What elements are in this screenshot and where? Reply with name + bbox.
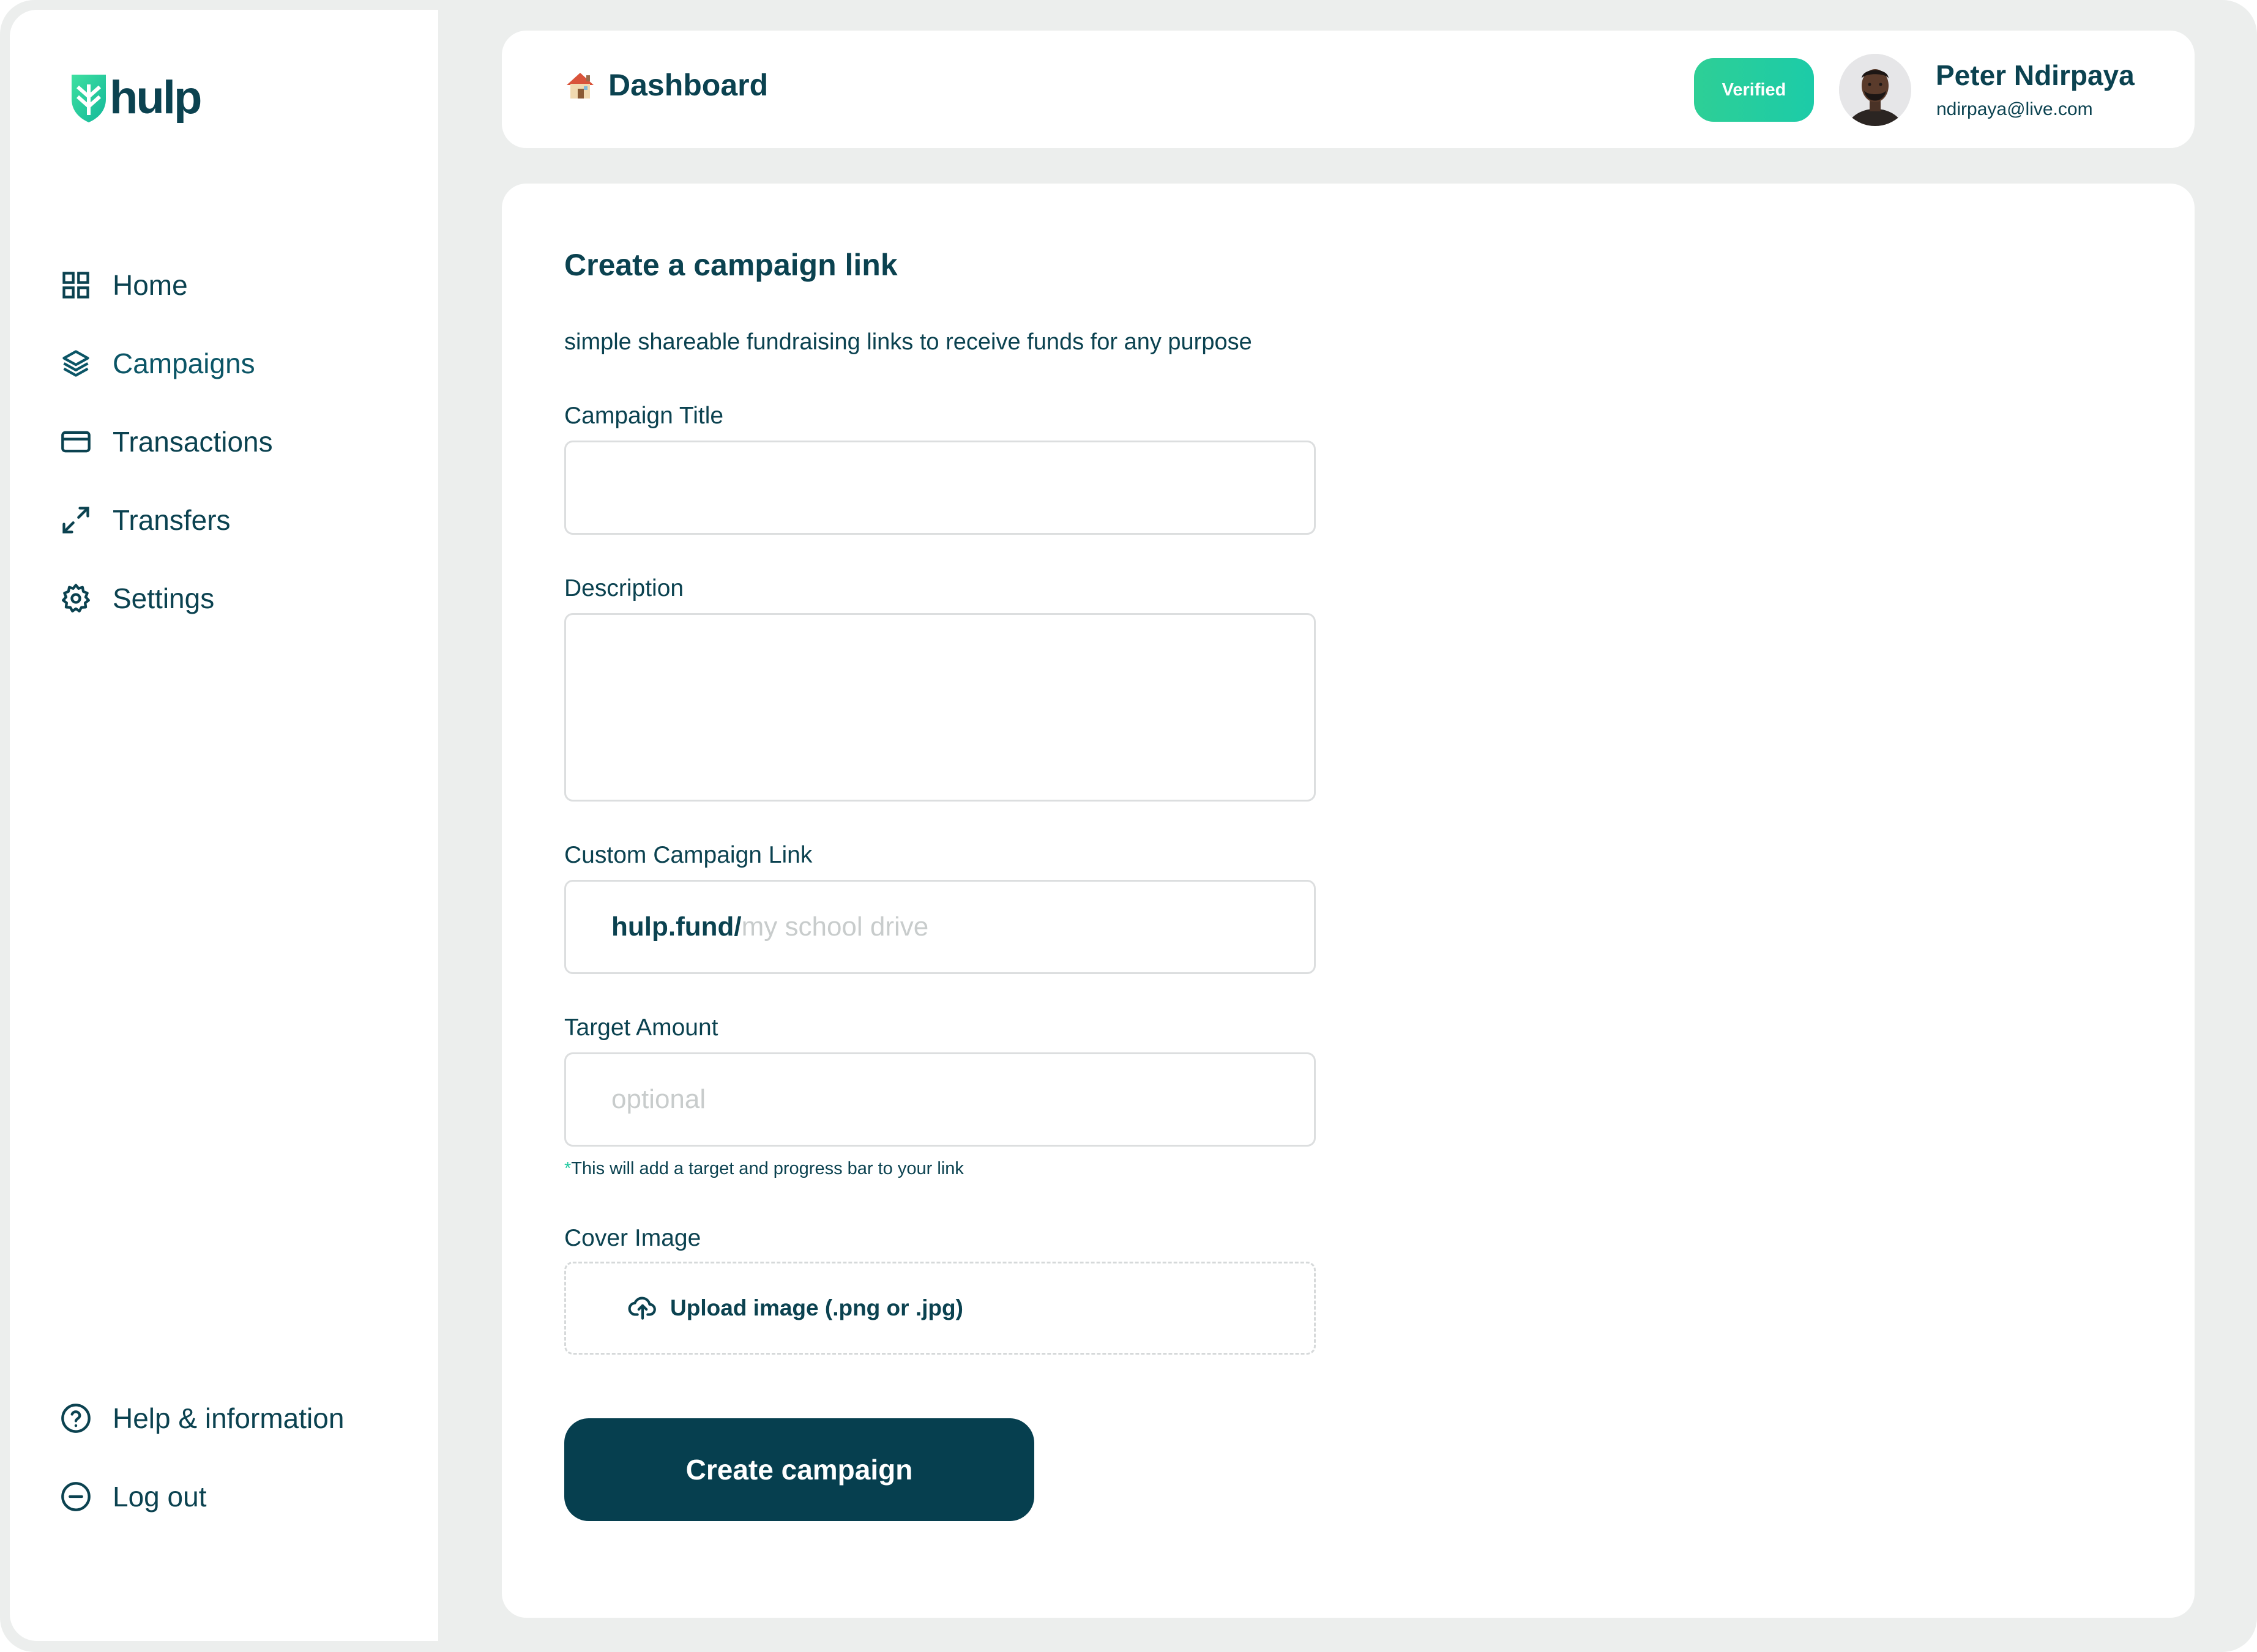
hulp-logo-icon — [72, 74, 106, 122]
upload-cloud-icon — [628, 1297, 656, 1320]
user-avatar-icon — [1839, 54, 1911, 126]
hint-asterisk: * — [564, 1159, 572, 1178]
sidebar-item-label: Home — [113, 269, 188, 301]
sidebar-item-label: Settings — [113, 582, 215, 614]
house-icon — [567, 73, 594, 99]
top-header: Dashboard Verified Peter Ndirpaya ndirpa… — [502, 31, 2195, 148]
cover-image-upload[interactable]: Upload image (.png or .jpg) — [564, 1262, 1316, 1355]
create-campaign-button[interactable]: Create campaign — [564, 1418, 1034, 1521]
logo[interactable]: hulp — [69, 71, 202, 124]
target-amount-label: Target Amount — [564, 1014, 718, 1041]
arrows-icon — [60, 502, 113, 538]
sidebar-item-label: Help & information — [113, 1402, 345, 1434]
campaign-form-panel: Create a campaign link simple shareable … — [502, 184, 2195, 1618]
sidebar-item-transfers[interactable]: Transfers — [60, 496, 231, 545]
form-title: Create a campaign link — [564, 248, 898, 282]
campaign-title-input[interactable] — [564, 441, 1316, 535]
form-subtitle: simple shareable fundraising links to re… — [564, 329, 1252, 355]
card-icon — [60, 423, 113, 460]
logout-icon — [60, 1478, 113, 1515]
sidebar-item-campaigns[interactable]: Campaigns — [60, 339, 255, 388]
target-amount-hint: *This will add a target and progress bar… — [564, 1159, 964, 1179]
layers-icon — [60, 345, 113, 382]
verified-badge: Verified — [1694, 58, 1814, 122]
user-email: ndirpaya@live.com — [1936, 99, 2093, 119]
sidebar-item-label: Campaigns — [113, 348, 255, 379]
user-name: Peter Ndirpaya — [1936, 59, 2135, 91]
avatar[interactable] — [1839, 54, 1911, 126]
page-title: Dashboard — [608, 68, 769, 102]
sidebar-item-help[interactable]: Help & information — [60, 1394, 344, 1443]
sidebar-item-transactions[interactable]: Transactions — [60, 417, 273, 466]
sidebar-item-label: Transactions — [113, 426, 273, 458]
grid-icon — [60, 267, 113, 303]
app-frame: hulp Home Campaigns Transactions Transfe… — [0, 0, 2257, 1652]
logo-text: hulp — [110, 72, 202, 124]
breadcrumb[interactable]: Dashboard — [563, 67, 768, 103]
sidebar-item-label: Transfers — [113, 504, 231, 536]
upload-label: Upload image (.png or .jpg) — [670, 1295, 963, 1320]
sidebar-item-settings[interactable]: Settings — [60, 574, 214, 623]
custom-link-input[interactable] — [741, 912, 1269, 942]
custom-link-field[interactable]: hulp.fund/ — [564, 880, 1316, 974]
target-amount-input[interactable] — [564, 1052, 1316, 1147]
sidebar-item-logout[interactable]: Log out — [60, 1472, 206, 1521]
campaign-title-label: Campaign Title — [564, 403, 724, 429]
help-icon — [60, 1400, 113, 1437]
sidebar-item-label: Log out — [113, 1481, 207, 1512]
hint-text: This will add a target and progress bar … — [571, 1159, 964, 1178]
description-input[interactable] — [564, 613, 1316, 802]
sidebar-item-home[interactable]: Home — [60, 261, 188, 310]
sidebar: hulp Home Campaigns Transactions Transfe… — [10, 10, 438, 1641]
custom-link-label: Custom Campaign Link — [564, 842, 813, 868]
description-label: Description — [564, 575, 684, 601]
gear-icon — [60, 580, 113, 617]
link-prefix: hulp.fund/ — [611, 912, 742, 942]
cover-image-label: Cover Image — [564, 1225, 701, 1251]
